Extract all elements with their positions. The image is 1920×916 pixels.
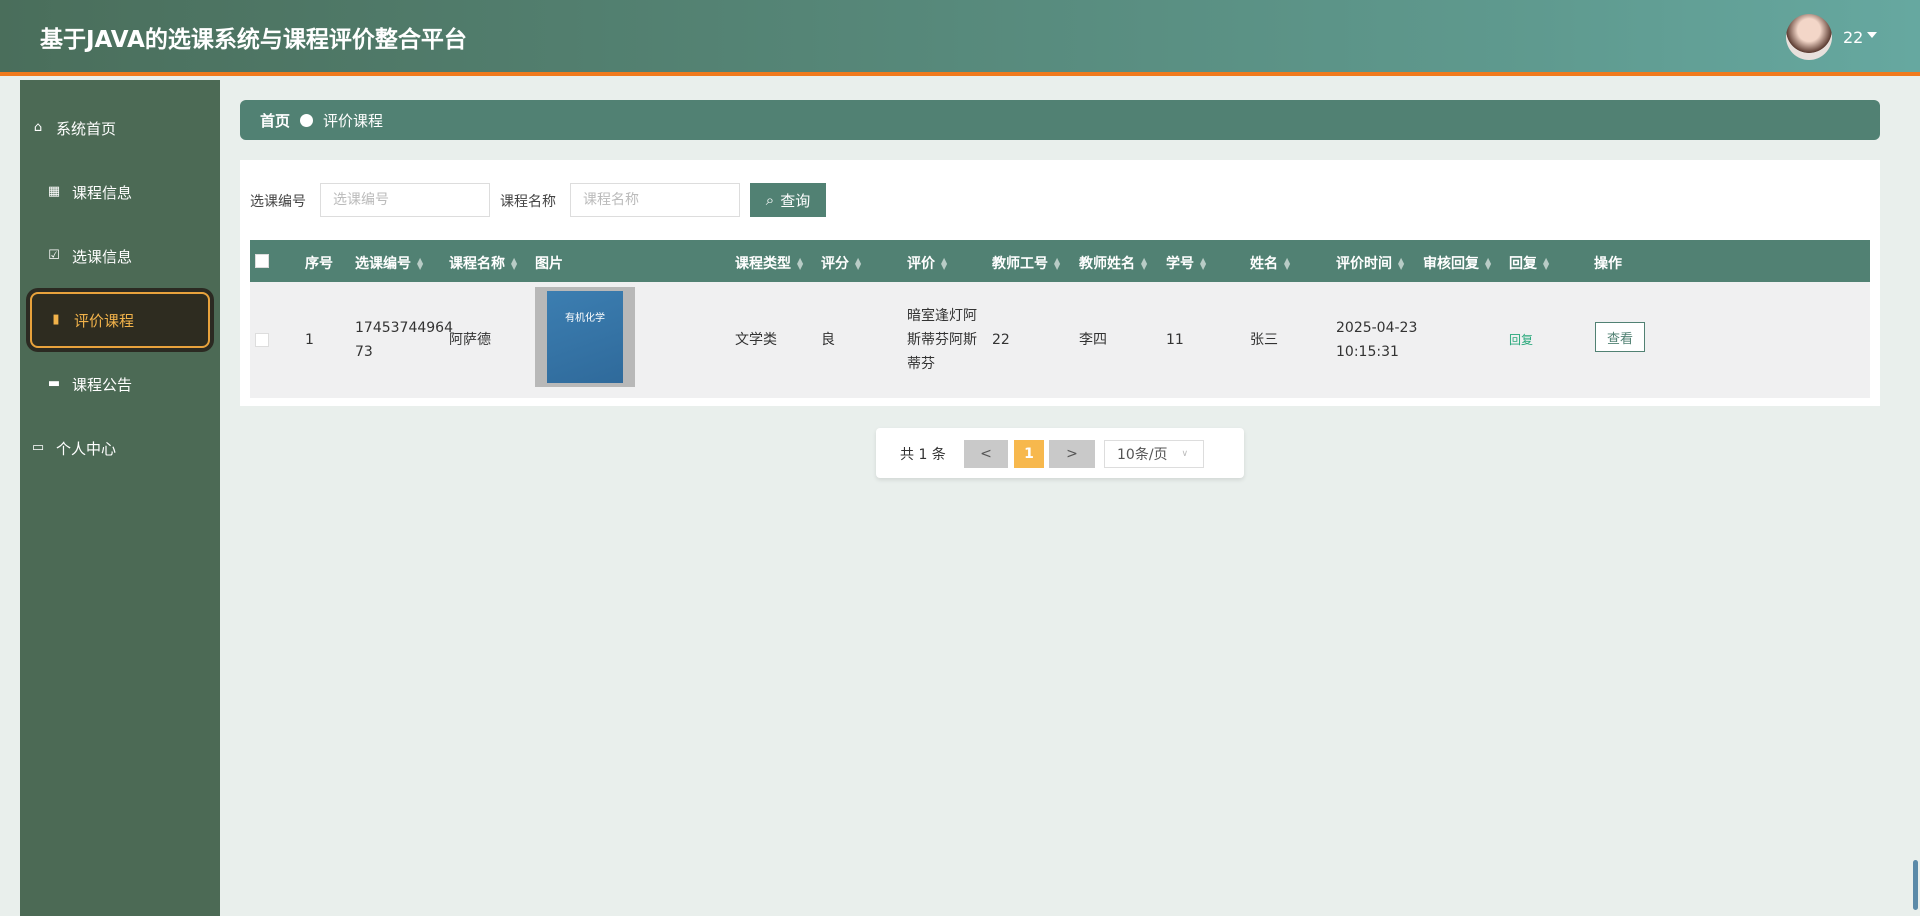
top-header: 基于JAVA的选课系统与课程评价整合平台 22: [0, 0, 1920, 76]
clipboard-check-icon: ☑: [48, 248, 60, 263]
sort-icon: ▲ ▼: [417, 256, 424, 271]
total-count: 共 1 条: [900, 447, 946, 463]
sidebar-item-label: 选课信息: [72, 247, 133, 266]
cell-review-time: 2025-04-23 10:15:31: [1336, 320, 1418, 360]
course-image[interactable]: 有机化学: [535, 287, 635, 387]
sidebar-item-enroll-info[interactable]: ☑ 选课信息: [30, 228, 210, 284]
sort-icon: ▲ ▼: [511, 256, 518, 271]
cell-course-type: 文学类: [735, 332, 777, 348]
breadcrumb: 首页 评价课程: [240, 100, 1880, 140]
sidebar-item-label: 系统首页: [56, 119, 117, 138]
course-name-label: 课程名称: [500, 194, 556, 210]
bar-chart-icon: ▮: [52, 312, 60, 327]
dot-icon: [300, 113, 314, 127]
sort-icon: ▲ ▼: [1543, 256, 1550, 271]
col-teacher-id[interactable]: 教师工号 ▲ ▼: [992, 253, 1060, 273]
sort-icon: ▲ ▼: [1485, 256, 1492, 271]
cell-review: 暗室逢灯阿 斯蒂芬阿斯 蒂芬: [907, 308, 977, 372]
sidebar-item-announcements[interactable]: ▬ 课程公告: [30, 356, 210, 412]
cell-teacher-name: 李四: [1079, 332, 1107, 348]
home-icon: ⌂: [33, 120, 43, 135]
cell-student-no: 11: [1166, 332, 1184, 348]
reply-link[interactable]: 回复: [1509, 328, 1533, 352]
cell-score: 良: [821, 332, 835, 348]
sidebar-item-label: 课程信息: [72, 183, 133, 202]
col-score[interactable]: 评分 ▲ ▼: [821, 253, 861, 273]
sidebar-item-home[interactable]: ⌂ 系统首页: [30, 100, 210, 156]
sort-icon: ▲ ▼: [797, 256, 804, 271]
select-all-checkbox[interactable]: [255, 254, 269, 268]
sort-icon: ▲ ▼: [855, 256, 862, 271]
sort-icon: ▲ ▼: [1141, 256, 1148, 271]
search-icon: ⌕: [765, 191, 775, 209]
enroll-no-label: 选课编号: [250, 194, 306, 210]
col-action: 操作: [1594, 256, 1622, 272]
chevron-down-icon[interactable]: [1867, 32, 1877, 38]
sidebar-item-label: 个人中心: [56, 439, 117, 458]
sort-icon: ▲ ▼: [1284, 256, 1291, 271]
app-title: 基于JAVA的选课系统与课程评价整合平台: [40, 27, 467, 53]
col-course-type[interactable]: 课程类型 ▲ ▼: [735, 253, 803, 273]
wallet-icon: ▭: [31, 440, 45, 455]
username[interactable]: 22: [1843, 28, 1863, 47]
cell-course-name: 阿萨德: [449, 332, 491, 348]
search-button-label: 查询: [780, 191, 811, 210]
col-reply[interactable]: 回复 ▲ ▼: [1509, 253, 1549, 273]
sort-icon: ▲ ▼: [941, 256, 948, 271]
next-page-button[interactable]: >: [1049, 440, 1095, 468]
chevron-down-icon: ∨: [1181, 449, 1189, 459]
sort-icon: ▲ ▼: [1398, 256, 1405, 271]
sidebar-item-label: 课程公告: [72, 375, 133, 394]
course-name-input[interactable]: [570, 183, 740, 217]
cell-name: 张三: [1250, 332, 1278, 348]
col-student-no[interactable]: 学号 ▲ ▼: [1166, 253, 1206, 273]
enroll-no-input[interactable]: [320, 183, 490, 217]
col-enroll-no[interactable]: 选课编号 ▲ ▼: [355, 253, 423, 273]
sort-icon: ▲ ▼: [1054, 256, 1061, 271]
col-review-time[interactable]: 评价时间 ▲ ▼: [1336, 253, 1404, 273]
scrollbar[interactable]: [1913, 860, 1918, 910]
sidebar: ⌂ 系统首页 ▦ 课程信息 ☑ 选课信息 ▮ 评价课程 ▬ 课程公告 ▭ 个人中心: [20, 80, 220, 916]
grid-icon: ▦: [47, 184, 61, 199]
page-size-select[interactable]: 10条/页 ∨: [1104, 440, 1204, 468]
sidebar-item-course-info[interactable]: ▦ 课程信息: [30, 164, 210, 220]
page-1-button[interactable]: 1: [1014, 440, 1044, 468]
sidebar-item-evaluate-course[interactable]: ▮ 评价课程: [30, 292, 210, 348]
sort-icon: ▲ ▼: [1200, 256, 1207, 271]
table-header: 序号 选课编号 ▲ ▼ 课程名称 ▲ ▼ 图片 课程类型 ▲ ▼ 评分 ▲ ▼ 评价 ▲ ▼ 教师工…: [250, 240, 1870, 282]
row-checkbox[interactable]: [255, 333, 269, 347]
table-row: 1 17453744964 73 阿萨德 有机化学 文学类 良 暗室逢灯阿 斯蒂芬阿…: [250, 282, 1870, 398]
prev-page-button[interactable]: <: [964, 440, 1008, 468]
cell-index: 1: [305, 332, 314, 348]
cell-teacher-id: 22: [992, 332, 1010, 348]
sidebar-item-label: 评价课程: [74, 311, 135, 330]
cell-enroll-no: 17453744964 73: [355, 320, 453, 360]
col-index: 序号: [305, 256, 333, 272]
avatar[interactable]: [1786, 14, 1832, 60]
col-name[interactable]: 姓名 ▲ ▼: [1250, 253, 1290, 273]
monitor-icon: ▬: [47, 376, 61, 391]
breadcrumb-home[interactable]: 首页: [260, 110, 290, 131]
col-teacher-name[interactable]: 教师姓名 ▲ ▼: [1079, 253, 1147, 273]
breadcrumb-current: 评价课程: [323, 111, 384, 130]
col-course-name[interactable]: 课程名称 ▲ ▼: [449, 253, 517, 273]
col-image: 图片: [535, 256, 563, 272]
col-audit-reply[interactable]: 审核回复 ▲ ▼: [1423, 253, 1491, 273]
search-button[interactable]: ⌕ 查询: [750, 183, 826, 217]
sidebar-item-profile[interactable]: ▭ 个人中心: [30, 420, 210, 476]
pagination: 共 1 条 < 1 > 10条/页 ∨: [876, 428, 1244, 478]
col-review[interactable]: 评价 ▲ ▼: [907, 253, 947, 273]
view-button[interactable]: 查看: [1595, 322, 1645, 352]
